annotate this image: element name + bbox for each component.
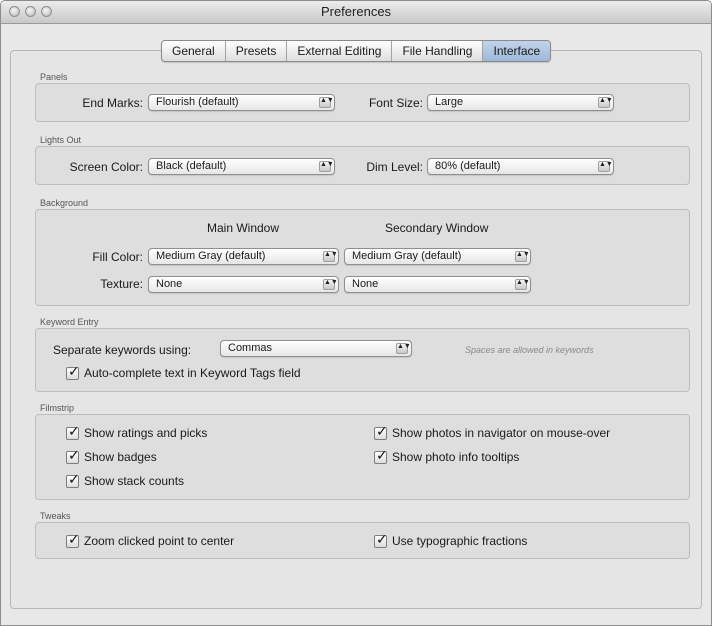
tab-file-handling[interactable]: File Handling	[392, 41, 484, 61]
preferences-window: Preferences General Presets External Edi…	[0, 0, 712, 626]
texture-secondary-value: None	[352, 278, 379, 290]
fill-color-main-value: Medium Gray (default)	[156, 250, 266, 262]
fill-color-secondary-popup[interactable]: Medium Gray (default) ▲▼	[344, 248, 531, 265]
font-size-popup[interactable]: Large ▲▼	[427, 94, 614, 111]
dim-level-value: 80% (default)	[435, 160, 501, 172]
autocomplete-label: Auto-complete text in Keyword Tags field	[84, 366, 301, 380]
title-bar[interactable]: Preferences	[1, 1, 711, 24]
popup-arrows-icon: ▲▼	[319, 97, 334, 108]
screen-color-label: Screen Color:	[69, 160, 143, 174]
show-ratings-label: Show ratings and picks	[84, 426, 208, 440]
zoom-center-label: Zoom clicked point to center	[84, 534, 235, 548]
texture-label: Texture:	[100, 277, 143, 291]
checkmark-icon: ✓	[68, 471, 80, 487]
keyword-entry-section-title: Keyword Entry	[40, 317, 99, 327]
checkmark-icon: ✓	[376, 447, 388, 463]
checkmark-icon: ✓	[68, 531, 80, 547]
font-size-label: Font Size:	[368, 96, 423, 110]
zoom-center-checkbox[interactable]: ✓	[66, 531, 80, 548]
end-marks-value: Flourish (default)	[156, 96, 239, 108]
checkmark-icon: ✓	[68, 363, 80, 379]
show-badges-label: Show badges	[84, 450, 157, 464]
checkmark-icon: ✓	[68, 423, 80, 439]
filmstrip-section-title: Filmstrip	[40, 403, 74, 413]
fill-color-label: Fill Color:	[92, 250, 143, 264]
show-tooltips-label: Show photo info tooltips	[392, 450, 520, 464]
screen-color-value: Black (default)	[156, 160, 227, 172]
separate-keywords-value: Commas	[228, 342, 273, 354]
show-tooltips-checkbox[interactable]: ✓	[374, 447, 388, 464]
tab-presets[interactable]: Presets	[226, 41, 288, 61]
popup-arrows-icon: ▲▼	[319, 161, 334, 172]
show-navigator-checkbox[interactable]: ✓	[374, 423, 388, 440]
typographic-fractions-checkbox[interactable]: ✓	[374, 531, 388, 548]
tweaks-section-title: Tweaks	[40, 511, 71, 521]
end-marks-label: End Marks:	[82, 96, 143, 110]
screen-color-popup[interactable]: Black (default) ▲▼	[148, 158, 335, 175]
show-navigator-label: Show photos in navigator on mouse-over	[392, 426, 611, 440]
show-ratings-checkbox[interactable]: ✓	[66, 423, 80, 440]
texture-main-popup[interactable]: None ▲▼	[148, 276, 339, 293]
popup-arrows-icon: ▲▼	[323, 251, 338, 262]
tab-general[interactable]: General	[162, 41, 226, 61]
dim-level-popup[interactable]: 80% (default) ▲▼	[427, 158, 614, 175]
secondary-window-header: Secondary Window	[385, 221, 489, 235]
fill-color-main-popup[interactable]: Medium Gray (default) ▲▼	[148, 248, 339, 265]
keyword-entry-group	[35, 328, 690, 392]
checkmark-icon: ✓	[376, 423, 388, 439]
texture-secondary-popup[interactable]: None ▲▼	[344, 276, 531, 293]
autocomplete-checkbox[interactable]: ✓	[66, 363, 80, 380]
font-size-value: Large	[435, 96, 464, 108]
texture-main-value: None	[156, 278, 183, 290]
show-stack-counts-label: Show stack counts	[84, 474, 185, 488]
checkmark-icon: ✓	[376, 531, 388, 547]
end-marks-popup[interactable]: Flourish (default) ▲▼	[148, 94, 335, 111]
keywords-spaces-hint: Spaces are allowed in keywords	[465, 345, 594, 355]
popup-arrows-icon: ▲▼	[323, 279, 338, 290]
popup-arrows-icon: ▲▼	[598, 161, 613, 172]
main-window-header: Main Window	[207, 221, 280, 235]
preferences-tab-bar: General Presets External Editing File Ha…	[161, 40, 552, 62]
popup-arrows-icon: ▲▼	[515, 279, 530, 290]
show-badges-checkbox[interactable]: ✓	[66, 447, 80, 464]
popup-arrows-icon: ▲▼	[396, 343, 411, 354]
separate-keywords-popup[interactable]: Commas ▲▼	[220, 340, 412, 357]
separate-keywords-label: Separate keywords using:	[53, 343, 192, 357]
popup-arrows-icon: ▲▼	[598, 97, 613, 108]
tab-interface[interactable]: Interface	[483, 41, 551, 61]
checkmark-icon: ✓	[68, 447, 80, 463]
panels-section-title: Panels	[40, 72, 68, 82]
show-stack-counts-checkbox[interactable]: ✓	[66, 471, 80, 488]
tab-external-editing[interactable]: External Editing	[287, 41, 393, 61]
fill-color-secondary-value: Medium Gray (default)	[352, 250, 462, 262]
background-section-title: Background	[40, 198, 89, 208]
typographic-fractions-label: Use typographic fractions	[392, 534, 528, 548]
popup-arrows-icon: ▲▼	[515, 251, 530, 262]
window-title: Preferences	[320, 4, 392, 19]
dim-level-label: Dim Level:	[366, 160, 423, 174]
lights-out-section-title: Lights Out	[40, 135, 82, 145]
